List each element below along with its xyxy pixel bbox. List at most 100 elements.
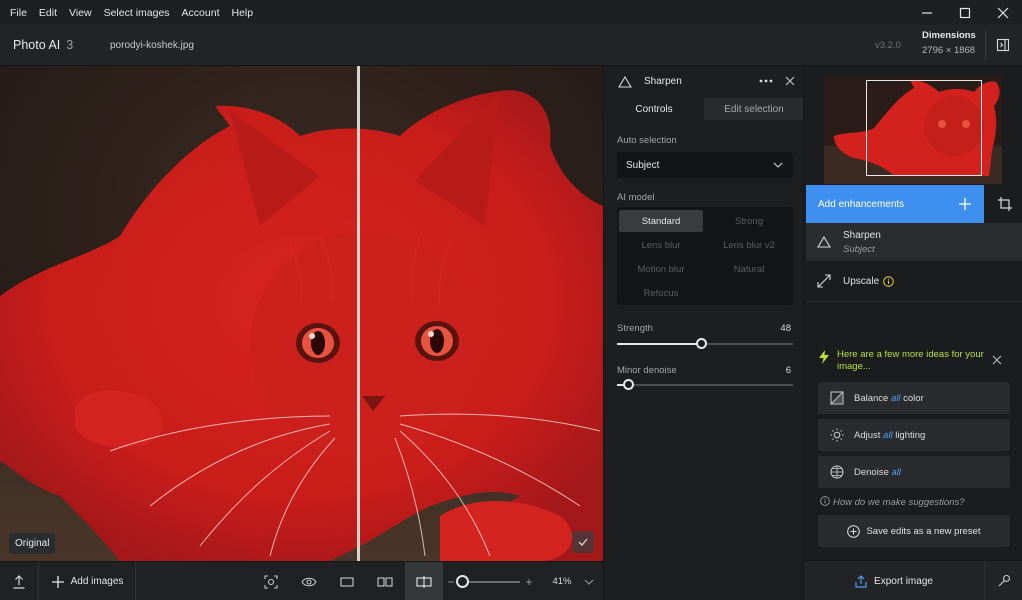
app-title: Photo AI 3 [13, 38, 73, 52]
model-lens-blur[interactable]: Lens blur [619, 234, 703, 256]
compare-split-handle[interactable] [357, 66, 360, 561]
enhancement-upscale[interactable]: Upscale [806, 262, 1022, 300]
expand-icon [817, 274, 831, 288]
minimize-icon [922, 11, 932, 14]
suggestion-adjust-lighting[interactable]: Adjust all lighting [818, 419, 1010, 451]
save-preset-button[interactable]: Save edits as a new preset [818, 515, 1010, 547]
auto-selection-value: Subject [626, 160, 660, 171]
menu-help[interactable]: Help [226, 7, 260, 19]
export-image-button[interactable]: Export image [804, 561, 984, 600]
suggestion-label: Denoise all [854, 467, 902, 478]
export-settings-icon [998, 574, 1011, 587]
upload-button[interactable] [0, 562, 38, 600]
auto-selection-label: Auto selection [617, 135, 677, 146]
minimize-button[interactable] [908, 0, 946, 25]
model-standard[interactable]: Standard [619, 210, 703, 232]
split-view-button[interactable] [405, 562, 443, 600]
image-preview[interactable]: Original [0, 66, 603, 561]
suggestion-balance-color[interactable]: Balance all color [818, 382, 1010, 414]
menu-view[interactable]: View [63, 7, 98, 19]
auto-selection-dropdown[interactable]: Subject [617, 152, 793, 178]
how-suggestions-link[interactable]: How do we make suggestions? [820, 496, 965, 508]
minor-denoise-slider-handle[interactable] [622, 379, 634, 390]
enhancement-sharpen[interactable]: Sharpen Subject [806, 223, 1022, 261]
preview-toggle-button[interactable] [294, 562, 324, 600]
strength-slider-handle[interactable] [696, 338, 708, 349]
close-icon [785, 76, 795, 86]
navigator-thumbnail[interactable] [824, 76, 1002, 184]
info-icon[interactable] [883, 276, 894, 287]
strength-slider-fill [617, 343, 702, 345]
enhancements-panel: Add enhancements Sharpen Subject Upscale… [803, 66, 1022, 600]
menu-edit[interactable]: Edit [33, 7, 63, 19]
eye-icon [301, 577, 317, 586]
tab-edit-selection[interactable]: Edit selection [704, 98, 804, 120]
maximize-icon [959, 7, 971, 18]
model-natural[interactable]: Natural [707, 258, 791, 280]
crop-button[interactable] [986, 185, 1022, 223]
app-name: Photo AI [13, 38, 61, 52]
minor-denoise-slider[interactable] [617, 379, 793, 390]
side-by-side-icon [377, 576, 393, 587]
ai-model-label: AI model [617, 192, 655, 203]
plus-icon [51, 575, 64, 588]
image-count[interactable]: 3 [66, 38, 73, 52]
menu-file[interactable]: File [0, 7, 33, 19]
close-icon [997, 7, 1009, 18]
split-view-icon [416, 575, 432, 588]
plus-small-icon: + [525, 574, 533, 589]
export-settings-button[interactable] [984, 561, 1022, 600]
strength-slider[interactable] [617, 338, 793, 349]
suggestion-denoise[interactable]: Denoise all [818, 456, 1010, 488]
single-view-button[interactable] [332, 562, 362, 600]
file-name: porodyi-koshek.jpg [110, 40, 194, 51]
model-refocus[interactable]: Refocus [619, 282, 703, 304]
model-motion-blur[interactable]: Motion blur [619, 258, 703, 280]
zoom-in-button[interactable]: + [522, 562, 536, 600]
maximize-button[interactable] [946, 0, 984, 25]
export-icon [855, 574, 867, 588]
plus-icon [959, 198, 971, 210]
zoom-slider-handle[interactable] [456, 575, 469, 588]
suggestion-label: Adjust all lighting [854, 430, 926, 441]
viewport-frame[interactable] [866, 80, 982, 176]
toggle-mask-button[interactable] [572, 531, 594, 553]
original-label: Original [9, 533, 56, 554]
add-images-button[interactable]: Add images [39, 562, 135, 600]
tab-controls[interactable]: Controls [604, 98, 704, 120]
minor-denoise-value: 6 [785, 365, 791, 376]
add-enhancements-button[interactable]: Add enhancements [806, 185, 984, 223]
strength-value: 48 [780, 323, 791, 334]
zoom-dropdown-button[interactable] [580, 562, 598, 600]
balance-color-icon [830, 391, 844, 405]
suggestions-title: Here are a few more ideas for your image… [837, 349, 984, 372]
enhancement-subtitle: Subject [843, 244, 875, 255]
enhancement-name: Sharpen [843, 230, 881, 241]
chevron-down-icon [584, 579, 594, 585]
close-window-button[interactable] [984, 0, 1022, 25]
close-panel-button[interactable] [782, 73, 798, 89]
add-enhancements-label: Add enhancements [818, 198, 905, 210]
more-options-button[interactable] [757, 72, 775, 90]
scan-face-icon [264, 574, 278, 589]
zoom-level[interactable]: 41% [548, 562, 576, 600]
menu-select-images[interactable]: Select images [98, 7, 176, 19]
menu-account[interactable]: Account [176, 7, 226, 19]
strength-label: Strength [617, 323, 653, 334]
more-horizontal-icon [759, 79, 773, 83]
title-bar: Photo AI 3 porodyi-koshek.jpg v3.2.0 Dime… [0, 25, 1022, 66]
enhancement-name: Upscale [843, 276, 880, 287]
toggle-panel-button[interactable] [985, 30, 1019, 60]
upload-icon [13, 574, 25, 589]
sharpen-panel-header: Sharpen [604, 66, 804, 98]
model-lens-blur-v2[interactable]: Lens blur v2 [707, 234, 791, 256]
export-label: Export image [874, 575, 933, 587]
side-by-side-button[interactable] [370, 562, 400, 600]
single-view-icon [340, 576, 354, 587]
dismiss-suggestions-button[interactable] [992, 354, 1002, 368]
bottom-toolbar: Add images − + 41% [0, 561, 603, 600]
model-strong[interactable]: Strong [707, 210, 791, 232]
face-recovery-button[interactable] [256, 562, 286, 600]
ai-model-selector: Standard Strong Lens blur Lens blur v2 M… [617, 207, 793, 305]
save-preset-label: Save edits as a new preset [866, 525, 981, 537]
